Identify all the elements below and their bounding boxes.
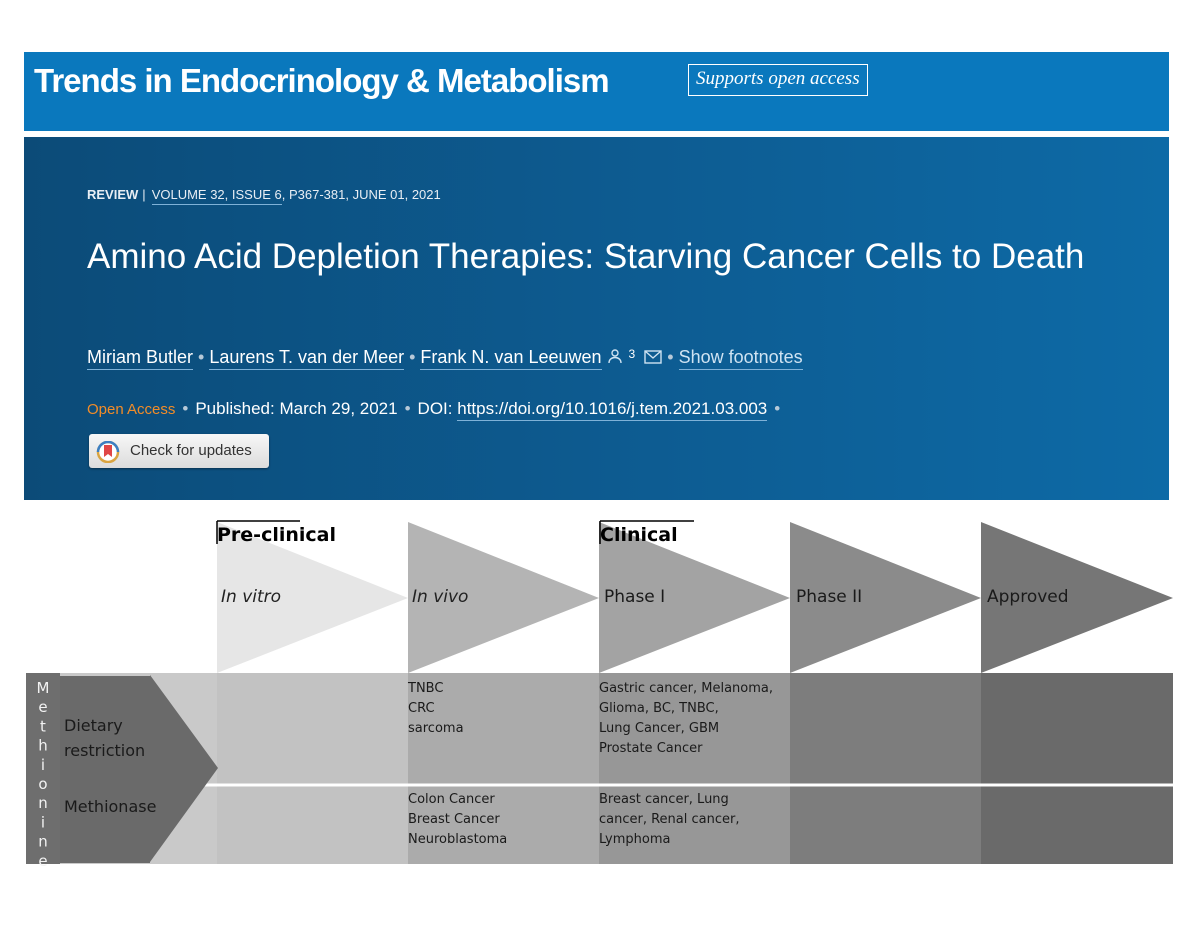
journal-header: Trends in Endocrinology & Metabolism Sup… — [24, 52, 1169, 131]
footnote-count[interactable]: 3 — [629, 347, 636, 361]
stage-label: Approved — [987, 587, 1069, 607]
published-date: Published: March 29, 2021 — [195, 399, 398, 418]
vertical-label: Methionine — [37, 679, 50, 870]
pages-date: , P367-381, JUNE 01, 2021 — [281, 187, 441, 202]
cell-entry: Gastric cancer, Melanoma, — [599, 681, 773, 696]
article-title: Amino Acid Depletion Therapies: Starving… — [87, 237, 1085, 276]
open-access-badge[interactable]: Supports open access — [688, 64, 868, 96]
stage-column — [981, 673, 1173, 864]
article-meta: REVIEW | VOLUME 32, ISSUE 6, P367-381, JUN… — [87, 187, 441, 205]
group-label-clinical: Clinical — [600, 524, 678, 546]
info-separator: • — [182, 399, 189, 418]
row-label: restriction — [64, 741, 145, 760]
cell-entry: cancer, Renal cancer, — [599, 812, 739, 827]
info-separator: • — [404, 399, 411, 418]
cell-entry: Glioma, BC, TNBC, — [599, 701, 719, 716]
publication-info: Open Access • Published: March 29, 2021 • DO… — [87, 399, 787, 421]
author-list: Miriam Butler • Laurens T. van der Meer • Fr… — [87, 347, 803, 370]
stage-column — [790, 673, 981, 864]
crossmark-icon — [96, 440, 120, 468]
vertical-label-letter: e — [38, 852, 47, 870]
author-separator: • — [198, 347, 205, 367]
stage-label: Phase II — [796, 587, 862, 607]
stage-label: In vitro — [221, 587, 281, 607]
stage-column — [217, 673, 408, 864]
timeline-diagram: Methionine Dietary restriction Methionas… — [26, 520, 1173, 870]
cell-entry: Breast Cancer — [408, 812, 500, 827]
author-separator: • — [409, 347, 416, 367]
volume-issue-link[interactable]: VOLUME 32, ISSUE 6 — [151, 187, 282, 205]
cell-entry: Lung Cancer, GBM — [599, 721, 719, 736]
open-access-label: Open Access — [87, 401, 176, 418]
meta-separator: | — [142, 187, 146, 202]
cell-entry: CRC — [408, 701, 435, 716]
author-link[interactable]: Laurens T. van der Meer — [209, 347, 405, 370]
email-icon[interactable] — [644, 348, 662, 369]
info-separator: • — [774, 399, 781, 418]
row-label: Methionase — [64, 797, 156, 816]
show-footnotes-link[interactable]: Show footnotes — [678, 347, 803, 370]
cell-entry: Breast cancer, Lung — [599, 792, 729, 807]
stage-label: In vivo — [412, 587, 468, 607]
cell-entry: Neuroblastoma — [408, 832, 507, 847]
vertical-label-letter: i — [41, 813, 45, 831]
row-label: Dietary — [64, 716, 123, 735]
cell-entry: Prostate Cancer — [599, 741, 703, 756]
doi-label: DOI: — [417, 399, 453, 418]
journal-name[interactable]: Trends in Endocrinology & Metabolism — [34, 62, 610, 100]
vertical-label-letter: t — [40, 717, 46, 735]
cell-entry: Colon Cancer — [408, 792, 495, 807]
doi-link[interactable]: https://doi.org/10.1016/j.tem.2021.03.00… — [457, 399, 768, 421]
article-banner: REVIEW | VOLUME 32, ISSUE 6, P367-381, JUN… — [24, 137, 1169, 500]
person-icon[interactable] — [607, 348, 623, 369]
vertical-label-letter: i — [41, 756, 45, 774]
cell-entry: TNBC — [407, 681, 443, 696]
author-separator: • — [667, 347, 674, 367]
group-label-preclinical: Pre-clinical — [217, 524, 336, 546]
author-link[interactable]: Frank N. van Leeuwen — [420, 347, 602, 370]
timeline-figure: Methionine Dietary restriction Methionas… — [0, 500, 1200, 880]
cell-entry: Lymphoma — [599, 832, 670, 847]
vertical-label-letter: M — [37, 679, 50, 697]
vertical-label-letter: n — [38, 794, 48, 812]
stage-label: Phase I — [604, 587, 665, 607]
check-for-updates-button[interactable]: Check for updates — [89, 434, 269, 468]
cell-entry: sarcoma — [408, 721, 464, 736]
vertical-label-letter: n — [38, 833, 48, 851]
check-for-updates-label: Check for updates — [130, 442, 252, 459]
vertical-label-letter: o — [38, 775, 47, 793]
article-type: REVIEW — [87, 187, 139, 202]
vertical-label-letter: e — [38, 698, 47, 716]
vertical-label-letter: h — [38, 737, 48, 755]
author-link[interactable]: Miriam Butler — [87, 347, 194, 370]
